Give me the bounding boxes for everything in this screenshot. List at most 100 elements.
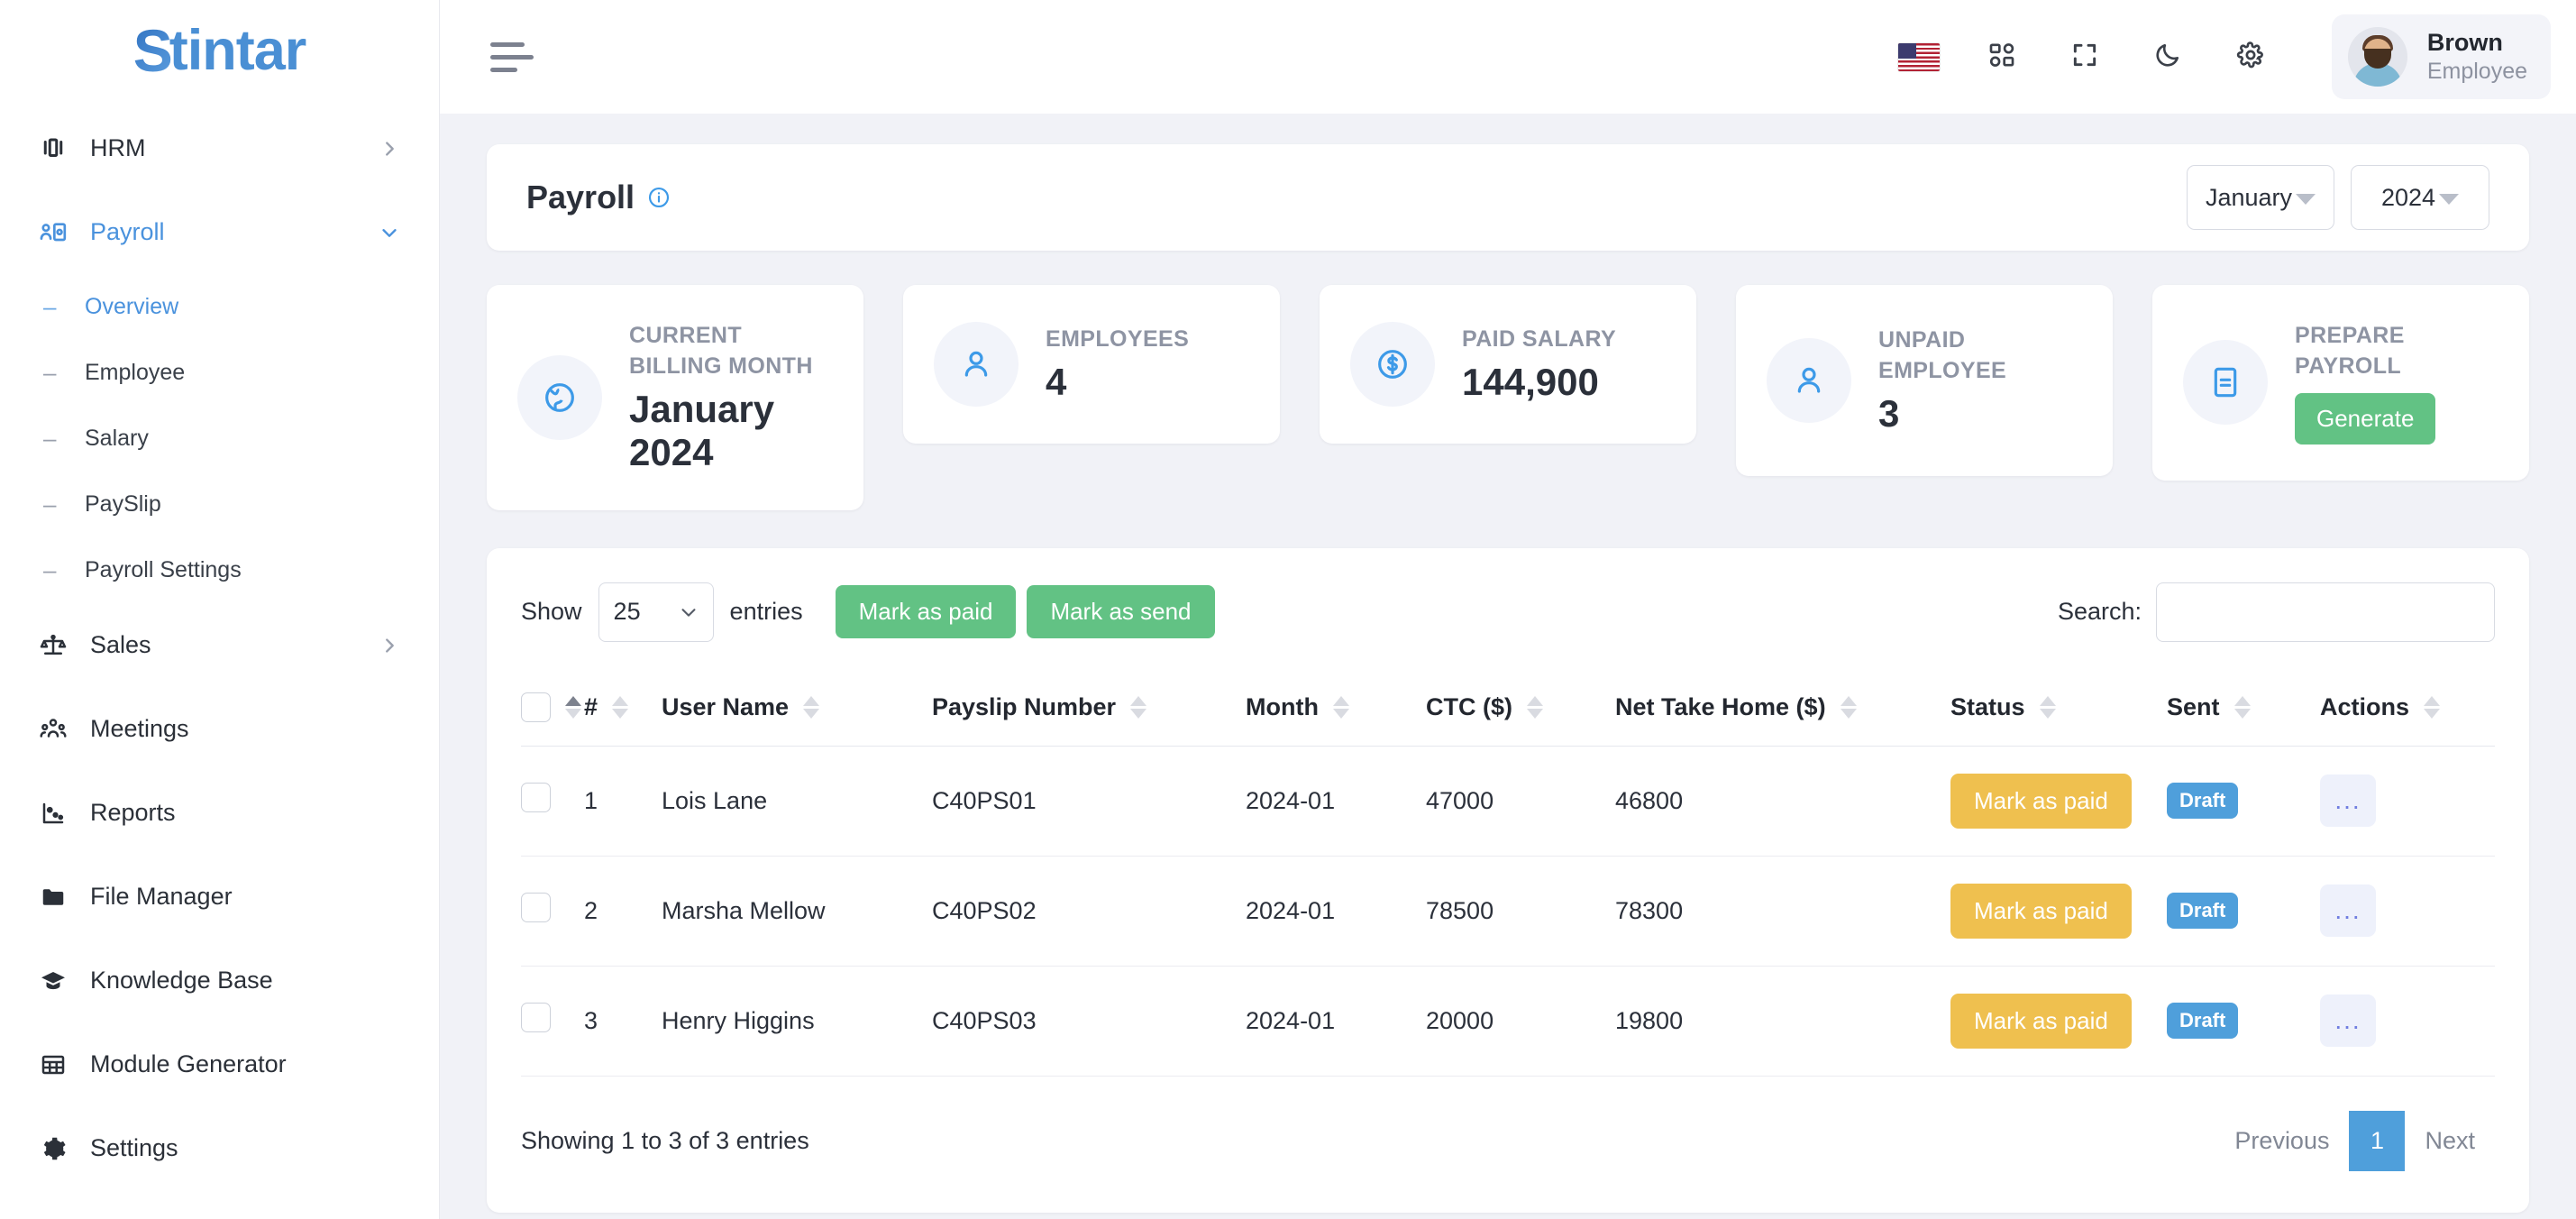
- year-select[interactable]: 2024: [2351, 165, 2489, 230]
- col-header-label: User Name: [662, 692, 790, 720]
- sort-toggle[interactable]: [1332, 695, 1349, 719]
- sidebar-subitem-payslip[interactable]: – PaySlip: [0, 472, 439, 537]
- mark-as-paid-button[interactable]: Mark as paid: [1950, 773, 2132, 829]
- row-checkbox[interactable]: [521, 1003, 551, 1032]
- payroll-table: # User Name Payslip Number Month CTC ($)…: [521, 672, 2495, 1077]
- pagination-next[interactable]: Next: [2405, 1111, 2495, 1171]
- row-checkbox[interactable]: [521, 783, 551, 812]
- stat-label: PAID SALARY: [1462, 326, 1617, 353]
- mark-as-paid-bulk-button[interactable]: Mark as paid: [835, 585, 1017, 638]
- avatar: [2347, 27, 2407, 87]
- table-head: # User Name Payslip Number Month CTC ($)…: [521, 672, 2495, 747]
- user-profile-menu[interactable]: Brown Employee: [2331, 14, 2551, 99]
- sidebar-toggle-button[interactable]: [487, 33, 537, 81]
- sort-toggle[interactable]: [1527, 695, 1543, 719]
- stat-value: 3: [1878, 391, 1900, 435]
- row-actions-cell: ...: [2320, 966, 2495, 1077]
- fullscreen-button[interactable]: [2043, 15, 2126, 98]
- sidebar-item-reports[interactable]: Reports: [0, 771, 439, 855]
- mark-as-send-bulk-button[interactable]: Mark as send: [1027, 585, 1215, 638]
- sort-toggle[interactable]: [1130, 695, 1147, 719]
- sidebar-item-settings[interactable]: Settings: [0, 1106, 439, 1190]
- sort-toggle[interactable]: [2039, 695, 2056, 719]
- row-user-name: Marsha Mellow: [662, 856, 932, 967]
- month-select[interactable]: January: [2186, 165, 2334, 230]
- row-actions-menu-button[interactable]: ...: [2320, 994, 2376, 1047]
- sidebar-subitem-salary[interactable]: – Salary: [0, 406, 439, 472]
- stat-label: UNPAID EMPLOYEE: [1878, 327, 2007, 383]
- row-checkbox[interactable]: [521, 893, 551, 922]
- gear-settings-icon: [2236, 41, 2265, 74]
- sidebar-item-label: HRM: [90, 134, 146, 161]
- table-footer: Showing 1 to 3 of 3 entries Previous 1 N…: [521, 1110, 2495, 1171]
- mark-as-paid-button[interactable]: Mark as paid: [1950, 883, 2132, 939]
- sidebar: Stintar HRM Payroll – Overview – Employe…: [0, 0, 440, 1219]
- page-content: Payroll January 2024 CURRENT BILLING MON…: [440, 114, 2576, 1219]
- search-group: Search:: [2058, 582, 2495, 642]
- col-month: Month: [1246, 672, 1426, 747]
- sort-toggle[interactable]: [565, 695, 581, 719]
- sidebar-item-knowledge-base[interactable]: Knowledge Base: [0, 939, 439, 1022]
- col-sent: Sent: [2167, 672, 2320, 747]
- row-ctc: 20000: [1426, 966, 1615, 1077]
- table-header-row: # User Name Payslip Number Month CTC ($)…: [521, 672, 2495, 747]
- language-flag-button[interactable]: [1877, 15, 1960, 98]
- sidebar-subitem-overview[interactable]: – Overview: [0, 274, 439, 340]
- sort-toggle[interactable]: [2233, 695, 2251, 719]
- search-input[interactable]: [2156, 582, 2495, 642]
- table-body: 1 Lois Lane C40PS01 2024-01 47000 46800 …: [521, 746, 2495, 1077]
- gear-icon: [34, 1135, 72, 1162]
- chevron-down-icon: [2439, 193, 2460, 205]
- user-icon: [1767, 338, 1851, 423]
- row-user-name: Henry Higgins: [662, 966, 932, 1077]
- topbar-actions: Brown Employee: [1877, 0, 2576, 114]
- sidebar-item-payroll[interactable]: Payroll: [0, 190, 439, 274]
- mark-as-paid-button[interactable]: Mark as paid: [1950, 993, 2132, 1049]
- sidebar-item-meetings[interactable]: Meetings: [0, 687, 439, 771]
- table-toolbar: Show 25 entries Mark as paid Mark as sen…: [521, 582, 2495, 642]
- row-select-cell: [521, 856, 584, 967]
- stat-card-current-billing-month: CURRENT BILLING MONTH January 2024: [487, 285, 863, 510]
- sidebar-item-label: Knowledge Base: [90, 967, 273, 994]
- status-badge: Draft: [2167, 783, 2239, 819]
- sort-toggle[interactable]: [2424, 695, 2441, 719]
- col-header-label: Actions: [2320, 692, 2410, 720]
- sort-toggle[interactable]: [1840, 695, 1857, 719]
- sidebar-item-label: Module Generator: [90, 1050, 287, 1077]
- dollar-circle-icon: [1350, 322, 1435, 407]
- sort-toggle[interactable]: [803, 695, 820, 719]
- stat-card-unpaid-employee: UNPAID EMPLOYEE 3: [1736, 285, 2113, 476]
- row-actions-menu-button[interactable]: ...: [2320, 774, 2376, 827]
- sidebar-item-label: Sales: [90, 631, 151, 658]
- sidebar-item-sales[interactable]: Sales: [0, 603, 439, 687]
- info-icon[interactable]: [647, 186, 671, 209]
- row-actions-menu-button[interactable]: ...: [2320, 884, 2376, 937]
- col-header-label: #: [584, 692, 598, 720]
- sidebar-item-module-generator[interactable]: Module Generator: [0, 1022, 439, 1106]
- pagination-page-1[interactable]: 1: [2349, 1110, 2406, 1171]
- sidebar-item-file-manager[interactable]: File Manager: [0, 855, 439, 939]
- stat-label: CURRENT BILLING MONTH: [629, 323, 813, 379]
- sidebar-subitem-payroll-settings[interactable]: – Payroll Settings: [0, 537, 439, 603]
- row-ctc: 78500: [1426, 856, 1615, 967]
- sidebar-subitem-employee[interactable]: – Employee: [0, 340, 439, 406]
- stat-value: 4: [1046, 360, 1067, 403]
- row-sent-cell: Draft: [2167, 966, 2320, 1077]
- select-all-checkbox[interactable]: [521, 692, 551, 722]
- brand-logo[interactable]: Stintar: [0, 0, 439, 101]
- user-name: Brown: [2426, 28, 2503, 56]
- page-length-select[interactable]: 25: [598, 582, 714, 642]
- row-index: 1: [584, 746, 662, 857]
- settings-button[interactable]: [2209, 15, 2292, 98]
- app-root: Stintar HRM Payroll – Overview – Employe…: [0, 0, 2576, 1219]
- logo-text: tintar: [169, 19, 306, 82]
- status-badge: Draft: [2167, 1003, 2239, 1039]
- sidebar-item-hrm[interactable]: HRM: [0, 106, 439, 190]
- apps-grid-button[interactable]: [1960, 15, 2043, 98]
- sort-toggle[interactable]: [612, 695, 629, 719]
- pagination-previous[interactable]: Previous: [2215, 1111, 2349, 1171]
- col-header-label: Net Take Home ($): [1615, 692, 1826, 720]
- dark-mode-button[interactable]: [2126, 15, 2209, 98]
- generate-payroll-button[interactable]: Generate: [2295, 392, 2436, 445]
- sidebar-subitem-label: Salary: [85, 426, 149, 451]
